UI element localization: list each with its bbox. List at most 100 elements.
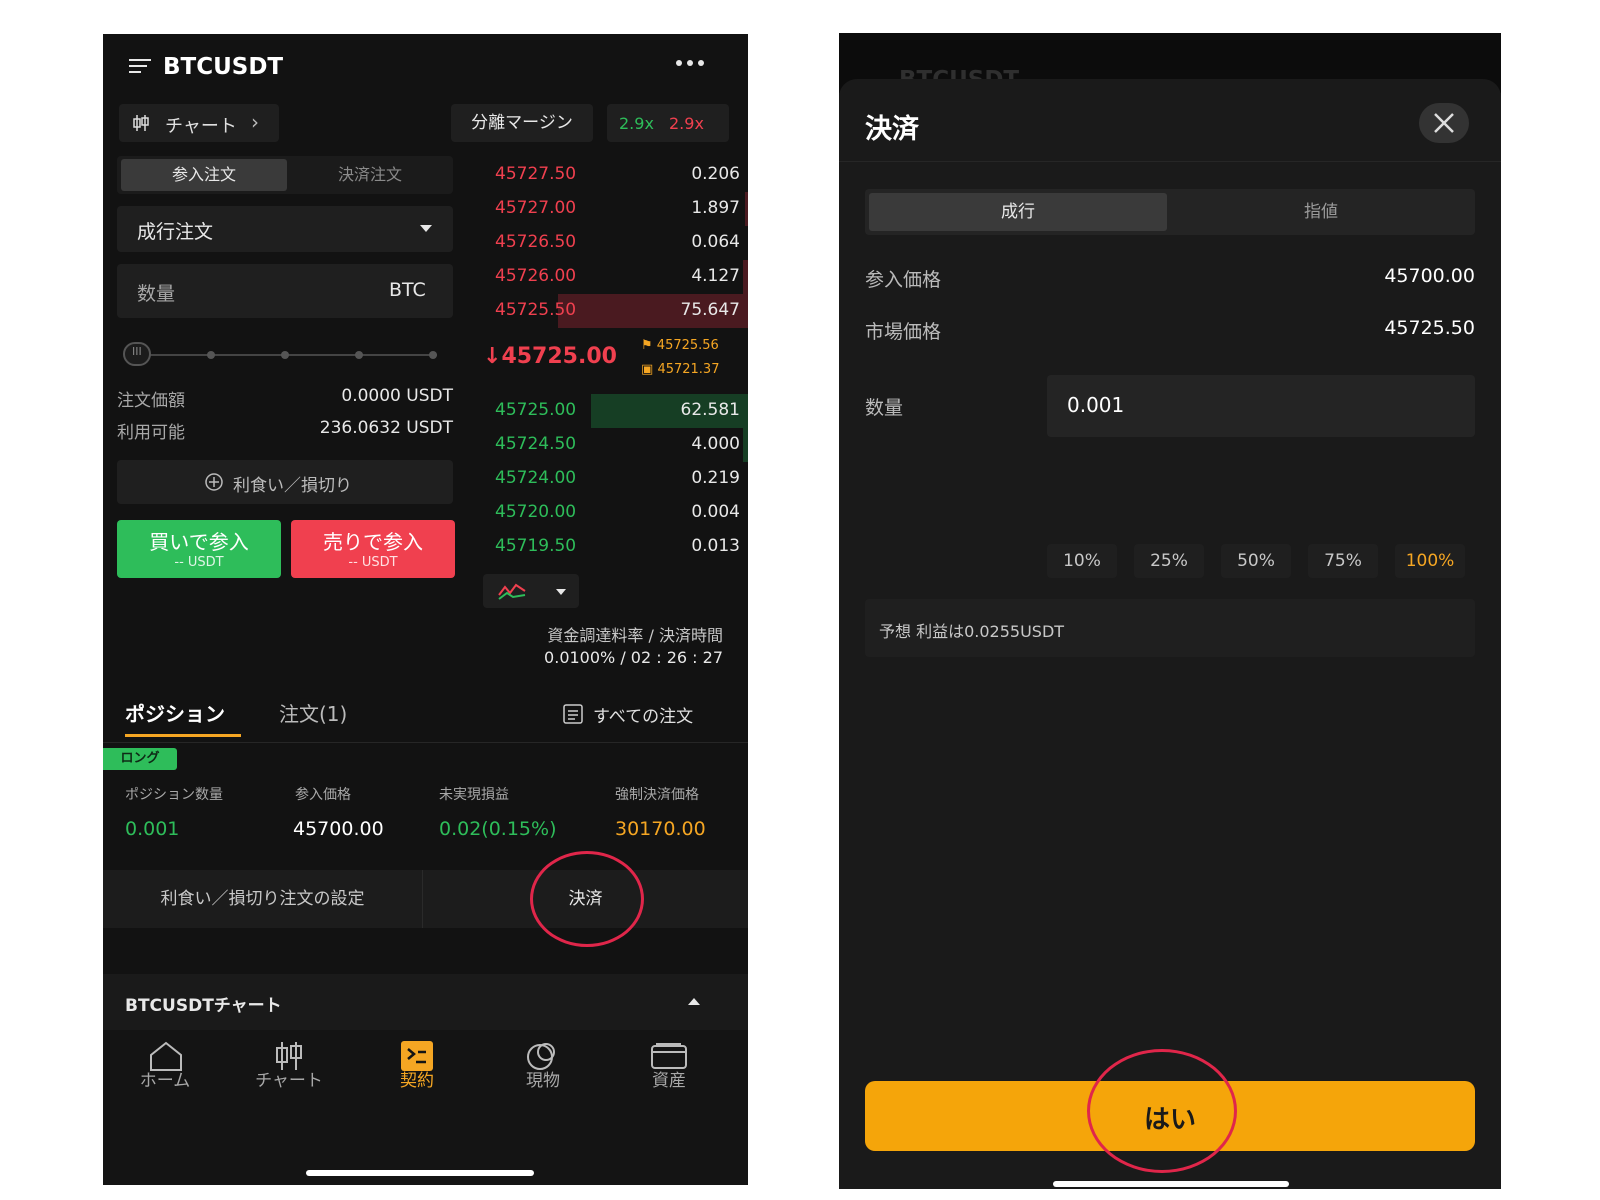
- bid-row[interactable]: 45719.50 0.013: [491, 530, 748, 564]
- depth-chart-icon: [497, 581, 527, 601]
- percent-50-button[interactable]: 50%: [1221, 544, 1291, 578]
- liq-price: 30170.00: [615, 818, 706, 840]
- ask-row[interactable]: 45727.00 1.897: [491, 192, 748, 226]
- sell-button-sub: -- USDT: [348, 555, 398, 570]
- tab-market[interactable]: 成行: [869, 193, 1167, 231]
- tab-chart[interactable]: チャート: [239, 1066, 339, 1091]
- plus-circle-icon: [205, 473, 223, 491]
- caret-down-icon: [555, 588, 567, 596]
- mark-price: ⚑ 45725.56: [641, 338, 719, 353]
- order-tabs: 参入注文 決済注文: [117, 156, 453, 194]
- liq-price-header: 強制決済価格: [615, 787, 699, 803]
- menu-icon[interactable]: [127, 56, 153, 76]
- ask-depth-bar: [742, 260, 748, 294]
- tab-assets[interactable]: 資産: [619, 1066, 719, 1091]
- slider-handle[interactable]: III: [123, 342, 151, 366]
- sell-button[interactable]: 売りで参入 -- USDT: [291, 520, 455, 578]
- bid-row[interactable]: 45724.00 0.219: [491, 462, 748, 496]
- ask-qty: 75.647: [680, 300, 740, 320]
- position-qty-header: ポジション数量: [125, 787, 223, 803]
- chart-button[interactable]: チャート ›: [119, 104, 279, 142]
- tab-orders[interactable]: 注文(1): [279, 698, 347, 727]
- leverage-short: 2.9x: [669, 114, 704, 133]
- quantity-input-value: 0.001: [1067, 393, 1125, 417]
- tab-close-order[interactable]: 決済注文: [287, 159, 453, 191]
- order-type-value: 成行注文: [137, 221, 214, 243]
- quantity-input[interactable]: 0.001: [1047, 375, 1475, 437]
- sell-button-label: 売りで参入: [323, 530, 423, 554]
- tab-contract[interactable]: 契約: [367, 1066, 467, 1091]
- buy-button-sub: -- USDT: [174, 555, 224, 570]
- ask-price: 45727.00: [495, 198, 577, 218]
- percent-10-button[interactable]: 10%: [1047, 544, 1117, 578]
- ask-price: 45727.50: [495, 164, 577, 184]
- highlight-circle: [530, 851, 644, 947]
- percent-75-button[interactable]: 75%: [1308, 544, 1378, 578]
- ask-row[interactable]: 45726.50 0.064: [491, 226, 748, 260]
- divider: [839, 161, 1501, 162]
- ask-row[interactable]: 45727.50 0.206: [491, 158, 748, 192]
- bid-price: 45724.50: [495, 434, 577, 454]
- long-badge: ロング: [103, 748, 177, 770]
- ask-qty: 0.064: [691, 232, 740, 252]
- tpsl-button-label: 利食い／損切り: [233, 476, 352, 496]
- order-value: 0.0000 USDT: [341, 386, 453, 406]
- slider-step-100[interactable]: [429, 351, 437, 359]
- tab-limit[interactable]: 指値: [1171, 193, 1471, 231]
- bid-qty: 0.219: [691, 468, 740, 488]
- ask-price: 45726.50: [495, 232, 577, 252]
- buy-button[interactable]: 買いで参入 -- USDT: [117, 520, 281, 578]
- entry-price: 45700.00: [293, 818, 384, 840]
- quantity-label: 数量: [865, 397, 904, 419]
- ask-qty: 4.127: [691, 266, 740, 286]
- candlestick-icon: [131, 113, 151, 133]
- leverage-long: 2.9x: [619, 114, 654, 133]
- all-orders-link[interactable]: すべての注文: [563, 702, 723, 727]
- expected-profit-box: 予想 利益は0.0255USDT: [865, 599, 1475, 657]
- bid-qty: 4.000: [691, 434, 740, 454]
- tab-spot[interactable]: 現物: [493, 1066, 593, 1091]
- trading-screen: BTCUSDT チャート › 分離マージン 2.9x 2.9x 参入注文 決済注…: [103, 34, 748, 1185]
- caret-down-icon: [419, 224, 433, 234]
- ask-row[interactable]: 45725.50 75.647: [491, 294, 748, 328]
- bid-row[interactable]: 45725.00 62.581: [491, 394, 748, 428]
- tab-home[interactable]: ホーム: [115, 1066, 215, 1091]
- tab-positions[interactable]: ポジション: [125, 698, 225, 727]
- close-icon: [1433, 112, 1455, 134]
- percent-25-button[interactable]: 25%: [1134, 544, 1204, 578]
- slider-step-75[interactable]: [355, 351, 363, 359]
- position-qty: 0.001: [125, 818, 180, 840]
- entry-price-header: 参入価格: [295, 787, 351, 803]
- tab-underline: [125, 734, 241, 737]
- pair-title[interactable]: BTCUSDT: [163, 54, 283, 80]
- percent-100-button[interactable]: 100%: [1395, 544, 1465, 578]
- slider-track[interactable]: [147, 354, 437, 356]
- chart-section-header[interactable]: BTCUSDTチャート: [103, 974, 748, 1030]
- index-icon: ▣: [641, 362, 654, 377]
- divider: [103, 742, 748, 743]
- order-type-tabs: 成行 指値: [865, 189, 1475, 235]
- ask-depth-bar: [745, 192, 748, 226]
- depth-view-select[interactable]: [483, 574, 579, 608]
- leverage-button[interactable]: 2.9x 2.9x: [607, 104, 729, 142]
- tab-entry-order[interactable]: 参入注文: [121, 159, 287, 191]
- position-actions: 利食い／損切り注文の設定 決済: [103, 870, 748, 928]
- buy-button-label: 買いで参入: [149, 530, 249, 554]
- slider-step-25[interactable]: [207, 351, 215, 359]
- tpsl-setting-button[interactable]: 利食い／損切り注文の設定: [103, 870, 423, 928]
- quantity-input[interactable]: 数量 BTC: [117, 264, 453, 318]
- pnl-header: 未実現損益: [439, 787, 509, 803]
- close-button[interactable]: [1419, 103, 1469, 143]
- bid-price: 45725.00: [495, 400, 577, 420]
- tpsl-button[interactable]: 利食い／損切り: [117, 460, 453, 504]
- close-position-sheet: 決済 成行 指値 参入価格 45700.00 市場価格 45725.50 数量 …: [839, 79, 1501, 1189]
- ask-qty: 0.206: [691, 164, 740, 184]
- order-type-select[interactable]: 成行注文: [117, 206, 453, 252]
- bid-row[interactable]: 45724.50 4.000: [491, 428, 748, 462]
- chevron-right-icon: ›: [251, 110, 259, 134]
- slider-step-50[interactable]: [281, 351, 289, 359]
- margin-mode-button[interactable]: 分離マージン: [451, 104, 593, 142]
- ask-row[interactable]: 45726.00 4.127: [491, 260, 748, 294]
- more-icon[interactable]: [673, 56, 707, 70]
- bid-row[interactable]: 45720.00 0.004: [491, 496, 748, 530]
